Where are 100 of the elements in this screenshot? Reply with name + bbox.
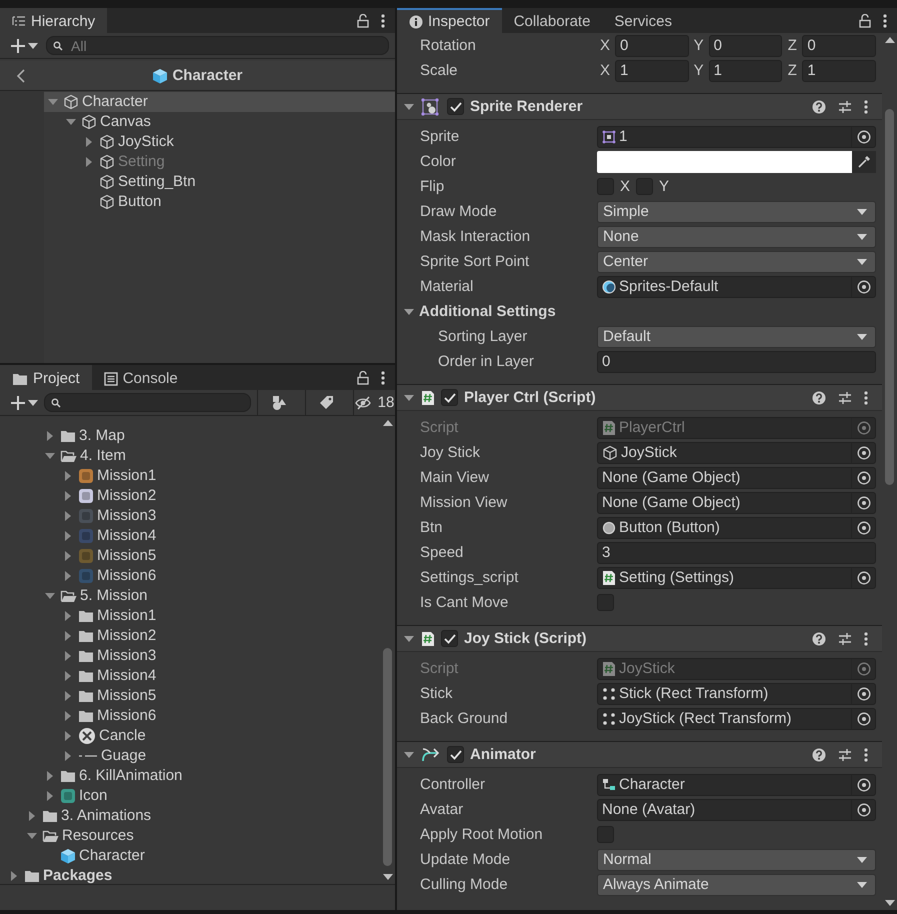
more-options-icon[interactable] bbox=[864, 748, 868, 762]
tree-item[interactable]: Character bbox=[44, 92, 395, 112]
presets-icon[interactable] bbox=[838, 100, 852, 114]
checkbox-label: X bbox=[620, 178, 630, 196]
enable-checkbox[interactable] bbox=[447, 98, 464, 115]
dropdown[interactable]: Always Animate bbox=[597, 874, 876, 896]
help-icon[interactable] bbox=[812, 632, 826, 646]
back-icon[interactable] bbox=[16, 69, 26, 83]
tree-item[interactable]: Mission1 bbox=[0, 466, 380, 486]
panel-tab[interactable]: Project bbox=[0, 365, 92, 390]
presets-icon[interactable] bbox=[838, 632, 852, 646]
object-field[interactable]: None (Game Object) bbox=[597, 492, 876, 514]
panel-tab[interactable]: Console bbox=[92, 365, 190, 390]
panel-tab[interactable]: Hierarchy bbox=[0, 8, 108, 33]
create-button[interactable] bbox=[10, 394, 38, 410]
number-field[interactable]: 0 bbox=[708, 34, 782, 56]
tree-item[interactable]: 3. Map bbox=[0, 426, 380, 446]
number-field[interactable]: 3 bbox=[597, 542, 876, 564]
more-options-icon[interactable] bbox=[883, 14, 887, 28]
scroll-up-icon[interactable] bbox=[382, 420, 392, 426]
dropdown[interactable]: Normal bbox=[597, 848, 876, 870]
presets-icon[interactable] bbox=[838, 390, 852, 404]
search-field[interactable]: All bbox=[46, 36, 389, 55]
panel-tab[interactable]: Collaborate bbox=[502, 8, 602, 33]
more-options-icon[interactable] bbox=[864, 632, 868, 646]
tree-item[interactable]: Character bbox=[0, 846, 380, 866]
scroll-down-icon[interactable] bbox=[884, 900, 894, 906]
field-label: Color bbox=[419, 152, 457, 170]
checkmark-icon bbox=[450, 750, 462, 760]
object-field[interactable]: Setting (Settings) bbox=[597, 566, 876, 588]
tree-item[interactable]: Mission3 bbox=[0, 646, 380, 666]
tree-item[interactable]: Mission1 bbox=[0, 606, 380, 626]
foldout-toggle[interactable]: Additional Settings bbox=[397, 302, 556, 320]
tree-item[interactable]: Cancle bbox=[0, 726, 380, 746]
object-field[interactable]: JoyStick bbox=[597, 442, 876, 464]
tree-item[interactable]: Button bbox=[44, 192, 395, 212]
scrollbar-thumb[interactable] bbox=[885, 109, 894, 485]
enable-checkbox[interactable] bbox=[441, 389, 458, 406]
more-options-icon[interactable] bbox=[864, 100, 868, 114]
enable-checkbox[interactable] bbox=[441, 630, 458, 647]
help-icon[interactable] bbox=[812, 748, 826, 762]
panel-tab[interactable]: Services bbox=[602, 8, 684, 33]
object-field[interactable]: Character bbox=[597, 774, 876, 796]
object-field[interactable]: Button (Button) bbox=[597, 516, 876, 538]
tree-item[interactable]: Packages bbox=[0, 866, 380, 884]
tree-item[interactable]: Mission4 bbox=[0, 666, 380, 686]
object-field[interactable]: 1 bbox=[597, 126, 876, 148]
tree-item[interactable]: Icon bbox=[0, 786, 380, 806]
scroll-down-icon[interactable] bbox=[382, 874, 392, 880]
eyedropper-button[interactable] bbox=[852, 150, 876, 172]
help-icon[interactable] bbox=[812, 100, 826, 114]
tree-item[interactable]: Mission2 bbox=[0, 486, 380, 506]
number-field[interactable]: 1 bbox=[615, 60, 689, 82]
create-button[interactable] bbox=[10, 38, 38, 54]
object-field[interactable]: JoyStick (Rect Transform) bbox=[597, 708, 876, 730]
dropdown[interactable]: Center bbox=[597, 250, 876, 272]
object-field[interactable]: Sprites-Default bbox=[597, 276, 876, 298]
tree-item[interactable]: Setting_Btn bbox=[44, 172, 395, 192]
tree-item[interactable]: Mission3 bbox=[0, 506, 380, 526]
lock-icon[interactable] bbox=[357, 370, 369, 384]
tree-item[interactable]: Mission2 bbox=[0, 626, 380, 646]
panel-tab[interactable]: Inspector bbox=[397, 8, 502, 33]
object-field[interactable]: Stick (Rect Transform) bbox=[597, 682, 876, 704]
tree-item[interactable]: Mission6 bbox=[0, 706, 380, 726]
tree-item[interactable]: Mission4 bbox=[0, 526, 380, 546]
tree-item[interactable]: Canvas bbox=[44, 112, 395, 132]
tree-item[interactable]: Mission5 bbox=[0, 546, 380, 566]
tree-item[interactable]: 5. Mission bbox=[0, 586, 380, 606]
dropdown[interactable]: Default bbox=[597, 326, 876, 348]
number-field[interactable]: 0 bbox=[802, 34, 876, 56]
tree-item[interactable]: 6. KillAnimation bbox=[0, 766, 380, 786]
presets-icon[interactable] bbox=[838, 748, 852, 762]
object-field[interactable]: None (Avatar) bbox=[597, 798, 876, 820]
number-field[interactable]: 0 bbox=[615, 34, 689, 56]
enable-checkbox[interactable] bbox=[447, 746, 464, 763]
tree-item[interactable]: JoyStick bbox=[44, 132, 395, 152]
tree-item[interactable]: Mission5 bbox=[0, 686, 380, 706]
more-options-icon[interactable] bbox=[381, 14, 385, 28]
rect-transform-icon bbox=[602, 712, 616, 726]
scroll-up-icon[interactable] bbox=[884, 37, 894, 43]
lock-icon[interactable] bbox=[859, 14, 871, 28]
search-field[interactable] bbox=[44, 393, 251, 412]
number-field[interactable]: 0 bbox=[597, 350, 876, 372]
tree-item[interactable]: 4. Item bbox=[0, 446, 380, 466]
scrollbar-thumb[interactable] bbox=[383, 648, 392, 866]
dropdown[interactable]: None bbox=[597, 226, 876, 248]
more-options-icon[interactable] bbox=[864, 390, 868, 404]
tree-item[interactable]: Resources bbox=[0, 826, 380, 846]
more-options-icon[interactable] bbox=[381, 370, 385, 384]
color-swatch[interactable] bbox=[597, 150, 852, 172]
object-field[interactable]: None (Game Object) bbox=[597, 466, 876, 488]
tree-item[interactable]: Guage bbox=[0, 746, 380, 766]
dropdown[interactable]: Simple bbox=[597, 200, 876, 222]
help-icon[interactable] bbox=[812, 390, 826, 404]
lock-icon[interactable] bbox=[357, 14, 369, 28]
hidden-packages-button[interactable]: 18 bbox=[353, 390, 395, 416]
number-field[interactable]: 1 bbox=[802, 60, 876, 82]
tree-item[interactable]: 3. Animations bbox=[0, 806, 380, 826]
number-field[interactable]: 1 bbox=[708, 60, 782, 82]
tree-item[interactable]: Mission6 bbox=[0, 566, 380, 586]
